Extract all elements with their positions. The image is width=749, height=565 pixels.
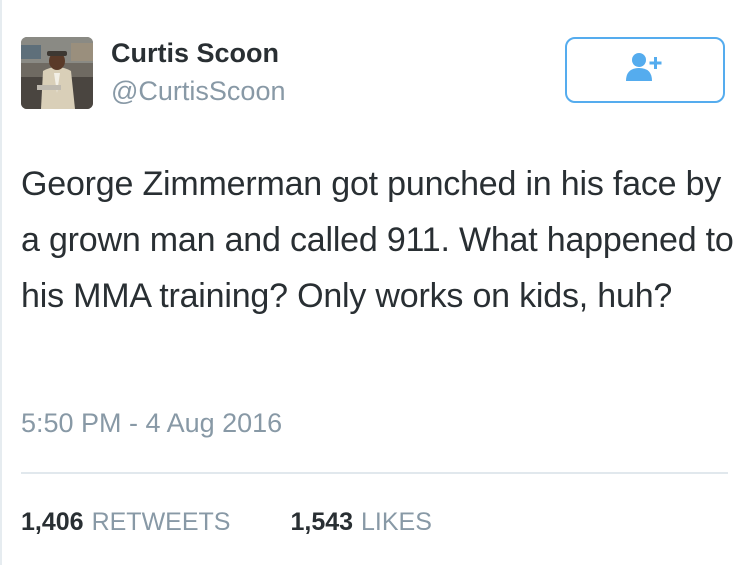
retweets-count: 1,406 — [21, 508, 84, 536]
screen-name[interactable]: @CurtisScoon — [111, 74, 285, 108]
divider — [21, 472, 728, 474]
likes-count: 1,543 — [290, 508, 354, 536]
likes-label: LIKES — [361, 508, 432, 536]
tweet-timestamp[interactable]: 5:50 PM - 4 Aug 2016 — [21, 405, 282, 441]
tweet-text: George Zimmerman got punched in his face… — [21, 165, 734, 315]
card-left-border — [0, 0, 2, 565]
tweet-stats: 1,406 RETWEETS 1,543 LIKES — [21, 505, 432, 539]
display-name[interactable]: Curtis Scoon — [111, 36, 279, 70]
follow-button[interactable] — [565, 37, 725, 103]
retweets-stat[interactable]: 1,406 RETWEETS — [21, 505, 230, 539]
avatar-image — [21, 37, 93, 109]
likes-stat[interactable]: 1,543 LIKES — [290, 505, 431, 539]
add-user-icon — [625, 51, 665, 90]
avatar[interactable] — [21, 37, 93, 109]
retweets-label: RETWEETS — [91, 508, 231, 536]
